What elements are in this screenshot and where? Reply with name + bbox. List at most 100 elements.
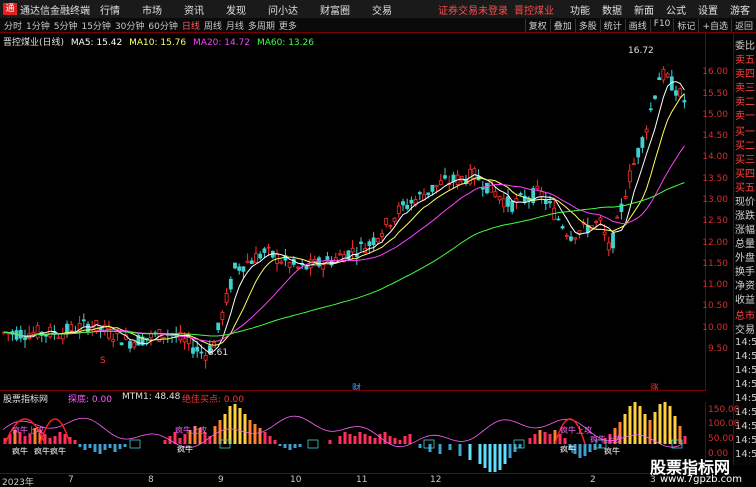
candle-body [119, 342, 124, 346]
period-60min[interactable]: 60分钟 [148, 19, 177, 32]
menu-wenxiaoda[interactable]: 问小达 [268, 2, 298, 17]
button-fuquan[interactable]: 复权 [524, 18, 550, 32]
indicator-bar [533, 434, 537, 444]
period-fenshi[interactable]: 分时 [4, 19, 22, 32]
candle-body [287, 262, 292, 268]
indicator-bar [648, 420, 652, 444]
candle-body [31, 331, 36, 335]
menu-hangqing[interactable]: 行情 [100, 2, 120, 17]
menu-shezhi[interactable]: 设置 [698, 2, 718, 17]
button-biaoji[interactable]: 标记 [673, 18, 698, 32]
signal-label: 疯牛上攻 [590, 434, 622, 444]
indicator-bar [178, 438, 182, 444]
indicator-bar [388, 436, 392, 444]
stock-link[interactable]: 晋控煤业 [514, 2, 554, 17]
indicator-bar [263, 432, 267, 444]
indicator-bar [53, 436, 57, 444]
period-1min[interactable]: 1分钟 [26, 19, 50, 32]
menu-faxian[interactable]: 发现 [226, 2, 246, 17]
date-tick: 10 [290, 475, 302, 485]
menu-shuju[interactable]: 数据 [602, 2, 622, 17]
menu-shichang[interactable]: 市场 [142, 2, 162, 17]
candle-body [560, 226, 565, 229]
indicator-bar [498, 444, 502, 470]
indicator-bar [398, 440, 402, 444]
button-duogu[interactable]: 多股 [574, 18, 600, 32]
indicator-bar [273, 440, 277, 444]
quote-panel[interactable]: 委比 卖五 卖四 卖三 卖二 卖一 买一 买二 买三 买四 买五 现价 涨跌 涨… [733, 33, 756, 465]
kline-chart[interactable]: 16.72 8.61 S 财 涨 [0, 33, 706, 394]
indicator-header: 股票指标网 探底: 0.00 MTM1: 48.48 绝佳买点: 0.00 [0, 390, 706, 405]
candle-body [86, 323, 90, 333]
button-huaxian[interactable]: 画线 [624, 18, 650, 32]
candle-body [644, 128, 649, 133]
candle-body [627, 170, 632, 183]
button-fanhui[interactable]: 返回 [730, 18, 756, 32]
candle-body [216, 322, 221, 331]
period-more[interactable]: 更多 [279, 19, 297, 32]
candle-body [401, 201, 405, 206]
menu-zixun[interactable]: 资讯 [184, 2, 204, 17]
candle-body [682, 100, 687, 103]
candle-body [598, 217, 603, 221]
period-daily[interactable]: 日线 [182, 19, 200, 32]
menu-xinmian[interactable]: 新面 [634, 2, 654, 17]
quote-field: 买三 [735, 155, 755, 166]
candle-body [548, 201, 552, 204]
menu-caifuquan[interactable]: 财富圈 [320, 2, 350, 17]
indicator-bar [588, 444, 592, 452]
button-diejia[interactable]: 叠加 [549, 18, 575, 32]
date-axis: 2023年 7 8 9 10 11 12 2 3 [0, 473, 706, 487]
indicator-bar [503, 444, 507, 464]
candle-body [409, 199, 414, 204]
indicator-bar [528, 438, 532, 444]
period-15min[interactable]: 15分钟 [81, 19, 110, 32]
price-tick: 13.00 [702, 195, 728, 205]
event-marker: 涨 [650, 383, 659, 390]
candle-body [632, 162, 636, 165]
menu-jiaoyi[interactable]: 交易 [372, 2, 392, 17]
indicator-bar [548, 434, 552, 444]
ind-tick: 50.00 [708, 434, 734, 444]
indicator-bar [243, 414, 247, 444]
button-tongji[interactable]: 统计 [599, 18, 625, 32]
button-zixuan[interactable]: +自选 [698, 18, 731, 32]
ma10-line [3, 93, 685, 346]
indicator-bar [438, 444, 442, 454]
indicator-bar [393, 438, 397, 444]
menu-gongshi[interactable]: 公式 [666, 2, 686, 17]
candle-body [636, 148, 641, 158]
quote-field: 卖一 [735, 111, 755, 122]
candle-body [191, 347, 195, 354]
period-weekly[interactable]: 周线 [204, 19, 222, 32]
candle-body [81, 319, 86, 322]
period-toolbar: 分时 1分钟 5分钟 15分钟 30分钟 60分钟 日线 周线 月线 多周期 更… [0, 18, 756, 33]
button-f10[interactable]: F10 [649, 18, 674, 32]
ma5-label: MA5: 15.42 [70, 38, 123, 48]
period-monthly[interactable]: 月线 [226, 19, 244, 32]
candle-body [296, 266, 300, 269]
quote-field: 净资 [735, 281, 755, 292]
quote-field: 外盘 [735, 253, 755, 264]
candle-body [564, 234, 569, 237]
login-link[interactable]: 证券交易未登录 [438, 2, 508, 17]
trade-time: 14:5 [735, 351, 756, 362]
candle-body [266, 246, 271, 249]
indicator-bar [293, 444, 297, 448]
menu-youke[interactable]: 游客 [730, 2, 750, 17]
ind-tick: 100.00 [708, 419, 740, 429]
low-price-marker: 8.61 [208, 348, 228, 358]
period-30min[interactable]: 30分钟 [115, 19, 144, 32]
candle-body [674, 90, 678, 96]
indicator-bar [328, 440, 332, 444]
indicator-bar [538, 430, 542, 444]
ma60-label: MA60: 13.26 [256, 38, 314, 48]
menu-gongneng[interactable]: 功能 [570, 2, 590, 17]
period-multi[interactable]: 多周期 [248, 19, 275, 32]
indicator-chart[interactable]: 疯牛上攻 疯牛上攻 疯牛上攻 疯牛上攻 疯牛 疯牛疯牛 疯牛 疯牛 疯牛 [0, 400, 706, 474]
candle-body [648, 108, 653, 111]
period-5min[interactable]: 5分钟 [54, 19, 78, 32]
candle-body [602, 231, 607, 236]
indicator-bar [103, 444, 107, 450]
trade-time: 14:5 [735, 365, 756, 376]
